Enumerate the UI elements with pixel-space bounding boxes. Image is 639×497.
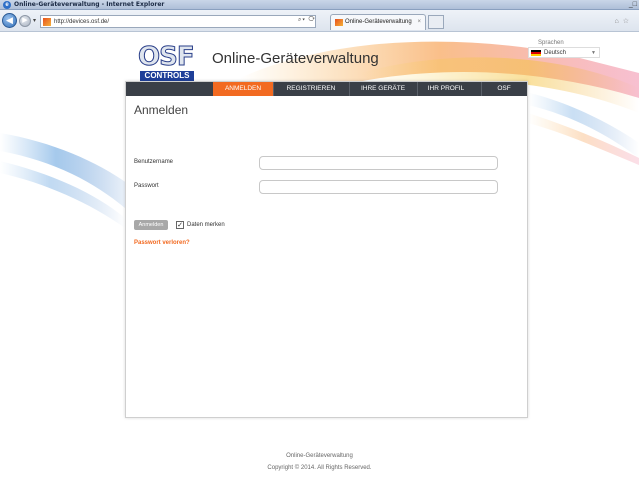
site-favicon [43,18,51,26]
main-nav: ANMELDEN REGISTRIEREN IHRE GERÄTE IHR PR… [126,82,527,96]
tab-favicon [335,19,343,26]
username-label: Benutzername [134,159,174,165]
chevron-down-icon: ▼ [591,50,596,56]
footer-title: Online-Geräteverwaltung [286,453,353,459]
password-label: Passwort [134,183,159,189]
login-panel: ANMELDEN REGISTRIEREN IHRE GERÄTE IHR PR… [125,81,528,418]
logo-wordmark: OSF [138,42,196,72]
footer-copyright: Copyright © 2014. All Rights Reserved. [267,465,372,471]
window-title: Online-Geräteverwaltung - Internet Explo… [14,1,165,8]
new-tab-button[interactable] [428,15,444,29]
address-url[interactable]: http://devices.osf.de/ [54,16,109,28]
address-bar[interactable]: http://devices.osf.de/ [40,15,316,28]
german-flag-icon [531,50,541,56]
tab-ihre-geraete[interactable]: IHRE GERÄTE [353,82,413,96]
forgot-password-link[interactable]: Passwort verloren? [134,240,190,246]
password-input[interactable] [259,180,498,194]
page-viewport: OSF CONTROLS Online-Geräteverwaltung Spr… [0,33,639,497]
login-button[interactable]: Anmelden [134,220,168,230]
site-title: Online-Geräteverwaltung [212,50,379,67]
language-value: Deutsch [544,50,567,56]
language-label: Sprachen [538,40,564,46]
logo-subtitle: CONTROLS [140,71,194,81]
tab-ihr-profil[interactable]: IHR PROFIL [421,82,471,96]
tab-anmelden[interactable]: ANMELDEN [213,82,273,96]
tab-osf[interactable]: OSF [485,82,523,96]
nav-divider [481,82,482,96]
language-select[interactable]: Deutsch ▼ [528,47,600,58]
window-minimize-icon[interactable]: _□ [629,0,637,10]
history-dropdown-icon[interactable]: ▾ [33,17,36,24]
nav-divider [417,82,418,96]
tab-close-icon[interactable]: × [417,15,421,30]
username-input[interactable] [259,156,498,170]
tab-label: Online-Geräteverwaltung [345,19,412,25]
browser-tab[interactable]: Online-Geräteverwaltung × [330,14,426,30]
remember-label[interactable]: Daten merken [187,221,225,229]
nav-divider [349,82,350,96]
nav-divider [273,82,274,96]
tab-registrieren[interactable]: REGISTRIEREN [277,82,345,96]
page-title: Anmelden [134,103,189,117]
window-titlebar: e Online-Geräteverwaltung - Internet Exp… [0,0,639,10]
internet-explorer-icon: e [3,1,11,9]
back-button[interactable]: ◀ [2,13,17,28]
osf-logo[interactable]: OSF CONTROLS [138,42,196,85]
browser-toolbar: ◀ ▶ ▾ http://devices.osf.de/ ⌕▾ ⟳ Online… [0,10,639,32]
remember-checkbox[interactable]: ✓ [176,221,184,229]
forward-button[interactable]: ▶ [19,15,31,27]
home-favorites-icons[interactable]: ⌂☆ [614,17,633,25]
search-refresh-icons[interactable]: ⌕▾ ⟳ [298,17,316,24]
